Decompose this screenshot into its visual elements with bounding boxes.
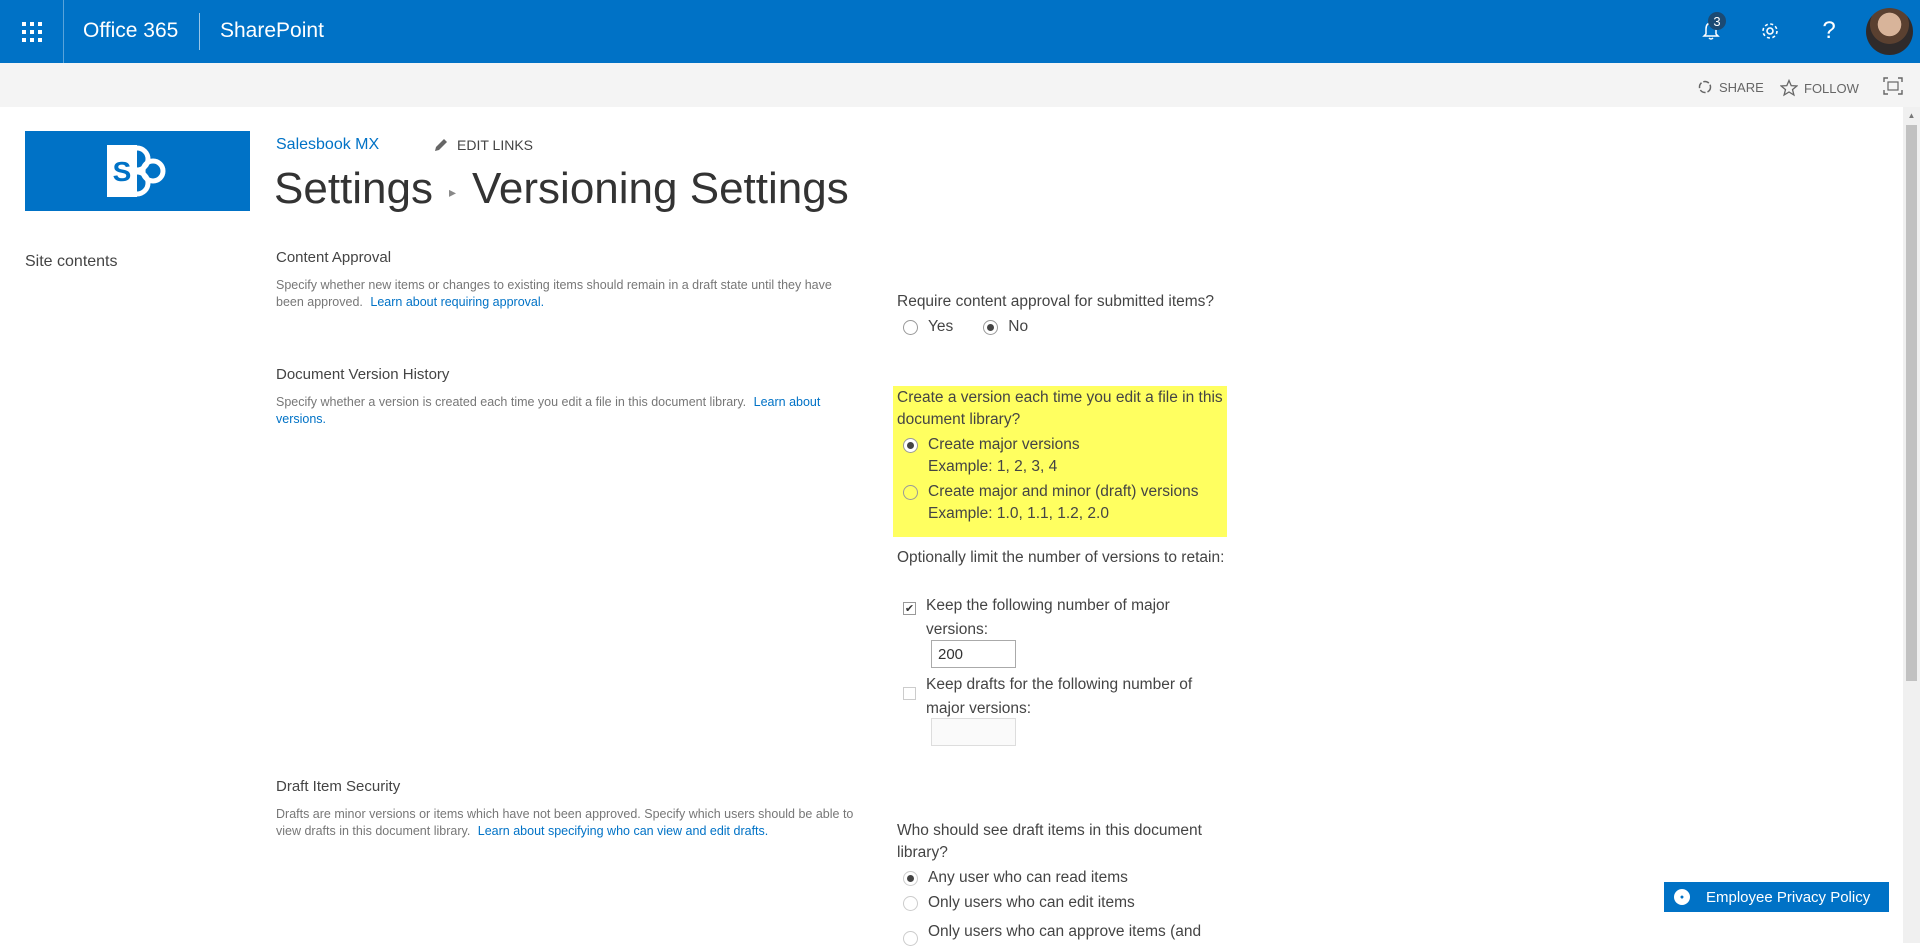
share-button[interactable]: SHARE — [1697, 79, 1764, 95]
draft-security-learn-link[interactable]: Learn about specifying who can view and … — [478, 824, 768, 838]
focus-mode-icon — [1883, 77, 1903, 95]
suite-divider — [199, 13, 200, 50]
draft-security-question: Who should see draft items in this docum… — [897, 822, 1202, 861]
approval-no-option[interactable]: No — [983, 316, 1028, 338]
site-name-link[interactable]: Salesbook MX — [276, 136, 379, 154]
gear-icon — [1762, 23, 1778, 39]
draft-editors-option[interactable]: Only users who can edit items — [903, 892, 1135, 914]
breadcrumb-settings-link[interactable]: Settings — [274, 164, 433, 214]
draft-any-reader-radio[interactable] — [903, 870, 918, 886]
page-title-breadcrumb: Settings ▸ Versioning Settings — [274, 164, 849, 214]
approval-yes-radio[interactable] — [903, 319, 918, 335]
limit-versions-question: Optionally limit the number of versions … — [897, 549, 1225, 566]
draft-security-title: Draft Item Security — [276, 778, 401, 795]
content-approval-options: Yes No — [903, 316, 1028, 338]
star-icon — [1780, 79, 1798, 97]
edit-links-button[interactable]: EDIT LINKS — [433, 137, 533, 153]
keep-drafts-label: Keep drafts for the following number of … — [926, 676, 1193, 717]
focus-content-button[interactable] — [1883, 77, 1903, 95]
draft-any-reader-label: Any user who can read items — [928, 869, 1128, 886]
svg-text:S: S — [112, 156, 131, 187]
content-approval-question: Require content approval for submitted i… — [897, 293, 1215, 310]
privacy-logo-icon: ● — [1674, 889, 1690, 905]
major-versions-label: Create major versions — [928, 436, 1080, 453]
version-history-desc: Specify whether a version is created eac… — [276, 394, 856, 428]
content-approval-desc: Specify whether new items or changes to … — [276, 277, 856, 311]
keep-major-label: Keep the following number of major versi… — [926, 597, 1170, 638]
help-icon: ? — [1822, 17, 1836, 44]
breadcrumb-arrow-icon: ▸ — [448, 183, 457, 200]
settings-button[interactable] — [1754, 15, 1786, 47]
approval-yes-option[interactable]: Yes — [903, 316, 953, 338]
draft-any-reader-option[interactable]: Any user who can read items — [903, 867, 1128, 889]
content-approval-desc-text: Specify whether new items or changes to … — [276, 278, 832, 309]
keep-drafts-option: Keep drafts for the following number of … — [903, 673, 1223, 721]
draft-editors-label: Only users who can edit items — [928, 894, 1135, 911]
page-toolbar: SHARE FOLLOW — [0, 63, 1920, 107]
app-launcher-button[interactable] — [0, 0, 64, 63]
approval-no-radio[interactable] — [983, 319, 999, 335]
follow-button[interactable]: FOLLOW — [1780, 79, 1859, 97]
site-logo[interactable]: S — [25, 131, 250, 211]
keep-major-checkbox[interactable]: ✔ — [903, 602, 916, 615]
edit-links-label: EDIT LINKS — [457, 137, 533, 153]
draft-editors-radio[interactable] — [903, 895, 918, 911]
version-history-title: Document Version History — [276, 366, 450, 383]
content-approval-title: Content Approval — [276, 249, 392, 266]
major-versions-radio[interactable] — [903, 437, 918, 453]
version-question: Create a version each time you edit a fi… — [897, 389, 1223, 428]
major-versions-option[interactable]: Create major versions Example: 1, 2, 3, … — [903, 434, 1080, 478]
draft-security-desc: Drafts are minor versions or items which… — [276, 806, 856, 840]
approval-yes-label: Yes — [928, 318, 954, 335]
minor-versions-example: Example: 1.0, 1.1, 1.2, 2.0 — [928, 505, 1109, 522]
share-icon — [1698, 80, 1712, 94]
sharepoint-logo-icon: S — [106, 145, 165, 197]
keep-drafts-count-input[interactable] — [931, 718, 1016, 746]
keep-drafts-checkbox[interactable] — [903, 687, 916, 700]
app-launcher-icon — [21, 21, 42, 42]
office365-brand-link[interactable]: Office 365 — [83, 19, 178, 43]
user-avatar[interactable] — [1866, 8, 1913, 55]
approval-no-label: No — [1008, 318, 1029, 335]
vertical-scrollbar[interactable]: ▲ — [1903, 107, 1920, 943]
minor-versions-label: Create major and minor (draft) versions — [928, 483, 1199, 500]
draft-approvers-radio[interactable] — [903, 931, 918, 946]
pencil-icon — [435, 139, 447, 151]
scroll-up-icon[interactable]: ▲ — [1903, 107, 1920, 124]
version-history-desc-text: Specify whether a version is created eac… — [276, 395, 747, 409]
content-approval-learn-link[interactable]: Learn about requiring approval. — [370, 295, 544, 309]
draft-approvers-label: Only users who can approve items (and — [928, 922, 1202, 940]
scrollbar-thumb[interactable] — [1906, 125, 1917, 681]
minor-versions-radio[interactable] — [903, 484, 918, 500]
employee-privacy-policy-button[interactable]: ● Employee Privacy Policy — [1664, 882, 1889, 912]
suite-bar: Office 365 SharePoint 3 ? — [0, 0, 1920, 63]
breadcrumb-current: Versioning Settings — [472, 164, 849, 213]
quick-launch-site-contents[interactable]: Site contents — [25, 253, 118, 271]
draft-approvers-option[interactable]: Only users who can approve items (and — [903, 917, 1201, 946]
keep-major-count-input[interactable] — [931, 640, 1016, 668]
help-button[interactable]: ? — [1813, 15, 1845, 47]
follow-label: FOLLOW — [1804, 80, 1859, 96]
employee-privacy-policy-label: Employee Privacy Policy — [1706, 888, 1871, 906]
major-versions-example: Example: 1, 2, 3, 4 — [928, 458, 1058, 475]
notification-count-badge: 3 — [1708, 12, 1726, 30]
minor-versions-option[interactable]: Create major and minor (draft) versions … — [903, 481, 1199, 525]
keep-major-option: ✔ Keep the following number of major ver… — [903, 594, 1223, 642]
share-label: SHARE — [1719, 79, 1764, 95]
sharepoint-app-link[interactable]: SharePoint — [220, 19, 324, 43]
